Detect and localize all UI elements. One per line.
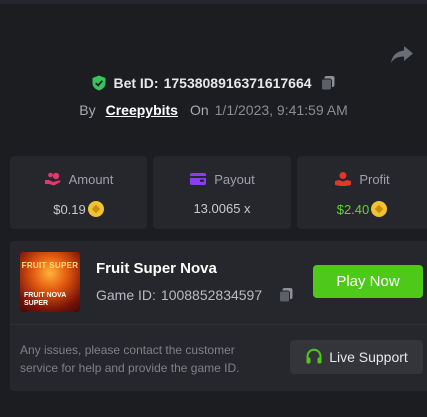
bet-id-value: 1753808916371617664 [163, 75, 312, 91]
play-now-button[interactable]: Play Now [313, 265, 423, 298]
profit-value: $2.40 [336, 201, 370, 217]
user-link[interactable]: Creepybits [106, 102, 178, 118]
amount-card: Amount $0.19 [10, 156, 147, 229]
game-panel: FRUIT SUPER FRUIT NOVA SUPER Fruit Super… [10, 241, 427, 391]
on-label: On [189, 102, 209, 118]
divider [10, 324, 427, 325]
hand-coins-icon [44, 172, 61, 186]
bet-id-label: Bet ID: [113, 75, 159, 91]
live-support-label: Live Support [329, 349, 408, 365]
amount-value-row: $0.19 [10, 201, 147, 217]
top-strip [0, 0, 427, 4]
game-id-value: 1008852834597 [160, 287, 263, 303]
profit-card: Profit $2.40 [297, 156, 427, 229]
bet-author-row: By Creepybits On 1/1/2023, 9:41:59 AM [0, 100, 427, 120]
amount-header: Amount [10, 171, 147, 187]
profit-label: Profit [359, 171, 390, 187]
help-text: Any issues, please contact the customer … [20, 343, 240, 375]
coin-icon [87, 201, 104, 217]
shield-check-icon [92, 75, 106, 91]
payout-card: Payout 13.0065 x [153, 156, 291, 229]
game-id-label: Game ID: [96, 287, 156, 303]
wallet-icon [190, 173, 207, 185]
bet-id-row: Bet ID: 1753808916371617664 [0, 73, 427, 93]
payout-value-row: 13.0065 x [153, 201, 291, 216]
live-support-button[interactable]: Live Support [290, 340, 423, 374]
copy-icon[interactable] [320, 75, 336, 91]
thumb-line2: SUPER [24, 300, 49, 307]
profit-header: Profit [297, 171, 427, 187]
profit-value-row: $2.40 [297, 201, 427, 217]
payout-label: Payout [214, 171, 255, 187]
game-thumbnail[interactable]: FRUIT SUPER FRUIT NOVA SUPER [20, 252, 80, 312]
payout-value: 13.0065 x [193, 201, 251, 216]
bet-date: 1/1/2023, 9:41:59 AM [214, 102, 348, 118]
game-title: Fruit Super Nova [96, 260, 217, 277]
amount-label: Amount [68, 171, 114, 187]
hand-money-icon [335, 172, 352, 186]
copy-icon[interactable] [278, 287, 294, 303]
by-label: By [79, 102, 96, 118]
thumb-top-text: FRUIT SUPER [21, 261, 79, 270]
amount-value: $0.19 [53, 201, 86, 217]
share-icon[interactable] [390, 44, 414, 64]
game-id-row: Game ID: 1008852834597 [96, 287, 294, 303]
thumb-line1: FRUIT NOVA [24, 292, 67, 299]
headset-icon [306, 348, 322, 364]
payout-header: Payout [153, 171, 291, 187]
coin-icon [371, 201, 388, 217]
